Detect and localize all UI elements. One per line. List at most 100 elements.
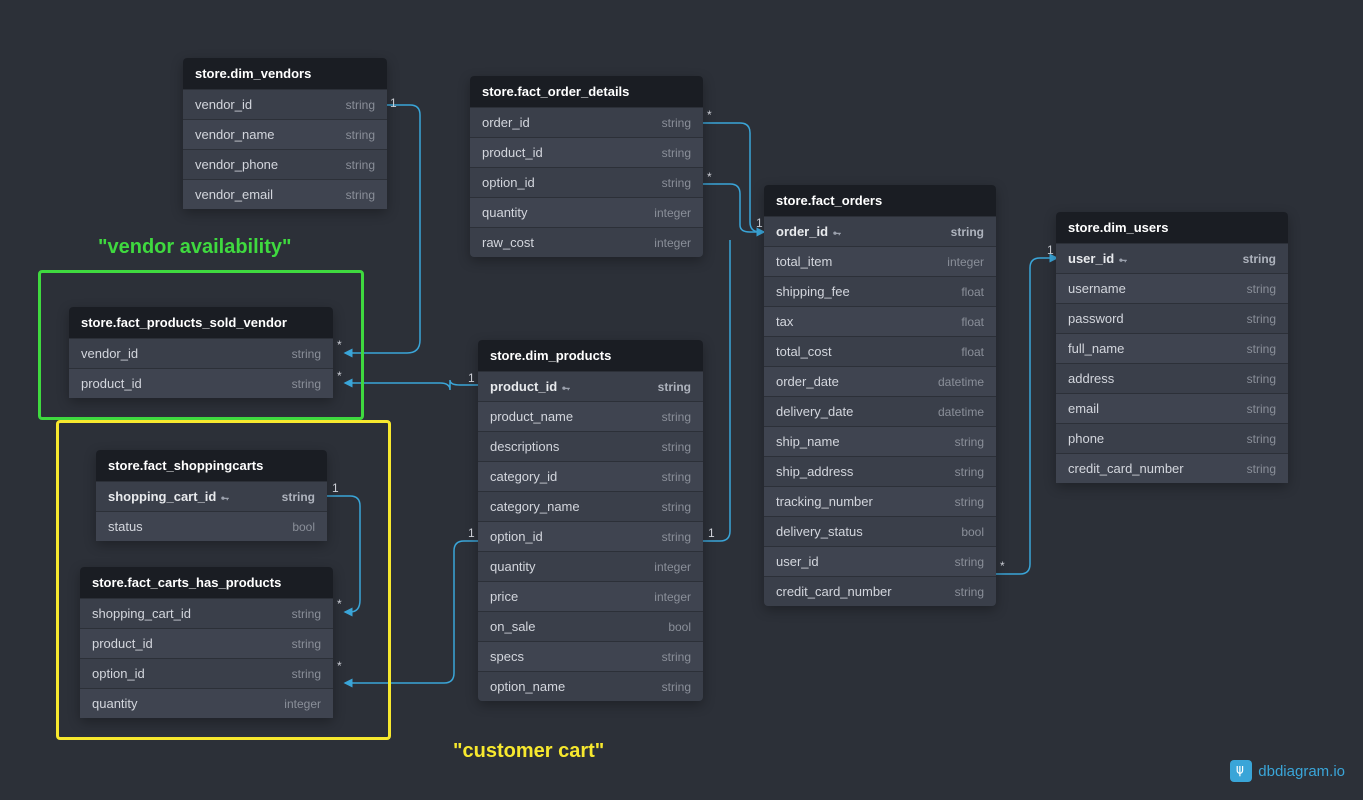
column-type: float bbox=[961, 315, 984, 329]
column-name: full_name bbox=[1068, 341, 1124, 356]
table-column-row[interactable]: user_id string bbox=[1056, 243, 1288, 273]
table-column-row[interactable]: passwordstring bbox=[1056, 303, 1288, 333]
table-dim-products[interactable]: store.dim_productsproduct_id stringprodu… bbox=[478, 340, 703, 701]
table-column-row[interactable]: total_iteminteger bbox=[764, 246, 996, 276]
column-name: ship_address bbox=[776, 464, 853, 479]
table-dim-users[interactable]: store.dim_usersuser_id stringusernamestr… bbox=[1056, 212, 1288, 483]
table-column-row[interactable]: delivery_statusbool bbox=[764, 516, 996, 546]
column-type: string bbox=[346, 158, 375, 172]
table-column-row[interactable]: category_namestring bbox=[478, 491, 703, 521]
table-column-row[interactable]: raw_cost integer bbox=[470, 227, 703, 257]
column-type: string bbox=[1247, 342, 1276, 356]
column-type: integer bbox=[654, 590, 691, 604]
table-column-row[interactable]: credit_card_number string bbox=[764, 576, 996, 606]
table-column-row[interactable]: ship_addressstring bbox=[764, 456, 996, 486]
column-type: integer bbox=[947, 255, 984, 269]
column-type: integer bbox=[654, 236, 691, 250]
table-column-row[interactable]: product_id string bbox=[478, 371, 703, 401]
primary-key-icon bbox=[832, 227, 842, 237]
table-header[interactable]: store.dim_users bbox=[1056, 212, 1288, 243]
table-header[interactable]: store.dim_vendors bbox=[183, 58, 387, 89]
column-name: raw_cost bbox=[482, 235, 534, 250]
table-column-row[interactable]: vendor_name string bbox=[183, 119, 387, 149]
column-name: ship_name bbox=[776, 434, 840, 449]
table-column-row[interactable]: vendor_phonestring bbox=[183, 149, 387, 179]
column-name: descriptions bbox=[490, 439, 559, 454]
column-type: string bbox=[1247, 282, 1276, 296]
table-column-row[interactable]: ship_name string bbox=[764, 426, 996, 456]
table-column-row[interactable]: order_id string bbox=[764, 216, 996, 246]
table-column-row[interactable]: on_salebool bbox=[478, 611, 703, 641]
table-column-row[interactable]: taxfloat bbox=[764, 306, 996, 336]
column-type: string bbox=[1247, 402, 1276, 416]
table-header[interactable]: store.fact_orders bbox=[764, 185, 996, 216]
table-column-row[interactable]: total_cost float bbox=[764, 336, 996, 366]
table-column-row[interactable]: full_name string bbox=[1056, 333, 1288, 363]
table-column-row[interactable]: product_namestring bbox=[478, 401, 703, 431]
column-type: datetime bbox=[938, 375, 984, 389]
table-column-row[interactable]: usernamestring bbox=[1056, 273, 1288, 303]
column-type: string bbox=[662, 116, 691, 130]
column-type: string bbox=[346, 128, 375, 142]
column-name: user_id bbox=[776, 554, 819, 569]
dbdiagram-logo-text: dbdiagram.io bbox=[1258, 763, 1345, 780]
table-column-row[interactable]: emailstring bbox=[1056, 393, 1288, 423]
column-name: user_id bbox=[1068, 251, 1128, 266]
column-type: bool bbox=[668, 620, 691, 634]
table-column-row[interactable]: user_id string bbox=[764, 546, 996, 576]
table-column-row[interactable]: option_idstring bbox=[478, 521, 703, 551]
table-dim-vendors[interactable]: store.dim_vendorsvendor_idstringvendor_n… bbox=[183, 58, 387, 209]
column-type: float bbox=[961, 345, 984, 359]
column-name: order_id bbox=[776, 224, 842, 239]
table-column-row[interactable]: vendor_idstring bbox=[183, 89, 387, 119]
table-column-row[interactable]: order_id string bbox=[470, 107, 703, 137]
column-type: string bbox=[955, 435, 984, 449]
table-column-row[interactable]: addressstring bbox=[1056, 363, 1288, 393]
table-column-row[interactable]: shipping_fee float bbox=[764, 276, 996, 306]
cardinality-1: 1 bbox=[708, 526, 715, 540]
table-column-row[interactable]: product_id string bbox=[470, 137, 703, 167]
table-header[interactable]: store.dim_products bbox=[478, 340, 703, 371]
table-fact-orders[interactable]: store.fact_ordersorder_id stringtotal_it… bbox=[764, 185, 996, 606]
table-column-row[interactable]: quantityinteger bbox=[470, 197, 703, 227]
table-fact-order-details[interactable]: store.fact_order_detailsorder_idstringpr… bbox=[470, 76, 703, 257]
column-type: string bbox=[662, 500, 691, 514]
annotation-vendor-availability: "vendor availability" bbox=[98, 236, 291, 259]
table-column-row[interactable]: phonestring bbox=[1056, 423, 1288, 453]
primary-key-icon bbox=[1118, 254, 1128, 264]
table-column-row[interactable]: tracking_numberstring bbox=[764, 486, 996, 516]
table-column-row[interactable]: credit_card_numberstring bbox=[1056, 453, 1288, 483]
column-name: credit_card_number bbox=[776, 584, 892, 599]
table-column-row[interactable]: category_idstring bbox=[478, 461, 703, 491]
column-name: price bbox=[490, 589, 518, 604]
column-type: string bbox=[662, 440, 691, 454]
table-column-row[interactable]: order_datedatetime bbox=[764, 366, 996, 396]
column-type: float bbox=[961, 285, 984, 299]
table-column-row[interactable]: option_namestring bbox=[478, 671, 703, 701]
column-name: product_id bbox=[482, 145, 543, 160]
column-type: string bbox=[951, 225, 984, 239]
column-name: total_cost bbox=[776, 344, 832, 359]
table-column-row[interactable]: descriptions string bbox=[478, 431, 703, 461]
dbdiagram-logo[interactable]: dbdiagram.io bbox=[1230, 760, 1345, 782]
table-column-row[interactable]: delivery_datedatetime bbox=[764, 396, 996, 426]
column-name: shipping_fee bbox=[776, 284, 850, 299]
annotation-customer-cart: "customer cart" bbox=[453, 740, 604, 763]
column-type: string bbox=[955, 585, 984, 599]
primary-key-icon bbox=[561, 382, 571, 392]
column-name: order_id bbox=[482, 115, 530, 130]
column-type: string bbox=[346, 188, 375, 202]
column-type: string bbox=[662, 146, 691, 160]
table-column-row[interactable]: specsstring bbox=[478, 641, 703, 671]
column-type: string bbox=[662, 470, 691, 484]
column-type: string bbox=[955, 555, 984, 569]
table-column-row[interactable]: option_idstring bbox=[470, 167, 703, 197]
cardinality-1: 1 bbox=[468, 371, 475, 385]
column-name: product_id bbox=[490, 379, 571, 394]
table-column-row[interactable]: vendor_emailstring bbox=[183, 179, 387, 209]
table-column-row[interactable]: quantityinteger bbox=[478, 551, 703, 581]
cardinality-1: 1 bbox=[468, 526, 475, 540]
table-column-row[interactable]: price integer bbox=[478, 581, 703, 611]
table-header[interactable]: store.fact_order_details bbox=[470, 76, 703, 107]
column-name: vendor_name bbox=[195, 127, 275, 142]
